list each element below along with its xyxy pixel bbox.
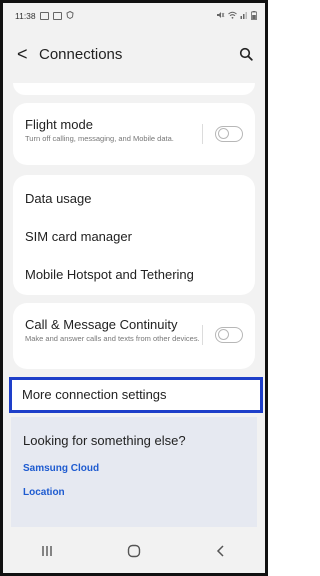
shield-icon [66, 10, 74, 21]
more-connection-settings-button[interactable]: More connection settings [9, 377, 263, 413]
flight-mode-toggle[interactable] [215, 126, 243, 142]
suggestions-title: Looking for something else? [23, 433, 186, 448]
battery-icon [251, 10, 257, 22]
image-icon [39, 12, 49, 20]
recents-icon[interactable] [32, 536, 62, 566]
signal-icon [240, 11, 248, 21]
phone-frame: 11:38 < Connections Flight mode Turn off… [0, 0, 268, 576]
menu-item-data-usage[interactable]: Data usage [25, 191, 92, 206]
continuity-subtitle: Make and answer calls and texts from oth… [25, 334, 200, 343]
toggle-knob [218, 329, 229, 340]
menu-item-sim-card-manager[interactable]: SIM card manager [25, 229, 132, 244]
location-link[interactable]: Location [23, 487, 65, 498]
continuity-card[interactable]: Call & Message Continuity Make and answe… [13, 303, 255, 369]
page-title: Connections [39, 45, 123, 63]
divider [202, 124, 203, 144]
app-header: < Connections [3, 29, 265, 79]
status-time: 11:38 [15, 11, 36, 21]
flight-mode-card[interactable]: Flight mode Turn off calling, messaging,… [13, 103, 255, 165]
samsung-cloud-link[interactable]: Samsung Cloud [23, 463, 99, 474]
connections-menu-card: Data usage SIM card manager Mobile Hotsp… [13, 175, 255, 295]
menu-item-mobile-hotspot[interactable]: Mobile Hotspot and Tethering [25, 267, 194, 282]
back-button[interactable]: < [17, 45, 39, 63]
back-icon[interactable] [206, 536, 236, 566]
mute-icon [216, 11, 225, 21]
more-connection-settings-label: More connection settings [22, 387, 167, 402]
screenshot-icon [52, 12, 62, 20]
search-icon[interactable] [237, 45, 255, 63]
suggestions-panel: Looking for something else? Samsung Clou… [11, 417, 257, 527]
continuity-toggle[interactable] [215, 327, 243, 343]
status-bar: 11:38 [3, 3, 265, 29]
home-icon[interactable] [119, 536, 149, 566]
flight-mode-title: Flight mode [25, 117, 93, 132]
flight-mode-subtitle: Turn off calling, messaging, and Mobile … [25, 134, 174, 143]
navigation-bar [3, 529, 265, 573]
toggle-knob [218, 128, 229, 139]
wifi-icon [228, 11, 237, 21]
divider [202, 325, 203, 345]
previous-card-bottom [13, 83, 255, 95]
continuity-title: Call & Message Continuity [25, 317, 178, 332]
